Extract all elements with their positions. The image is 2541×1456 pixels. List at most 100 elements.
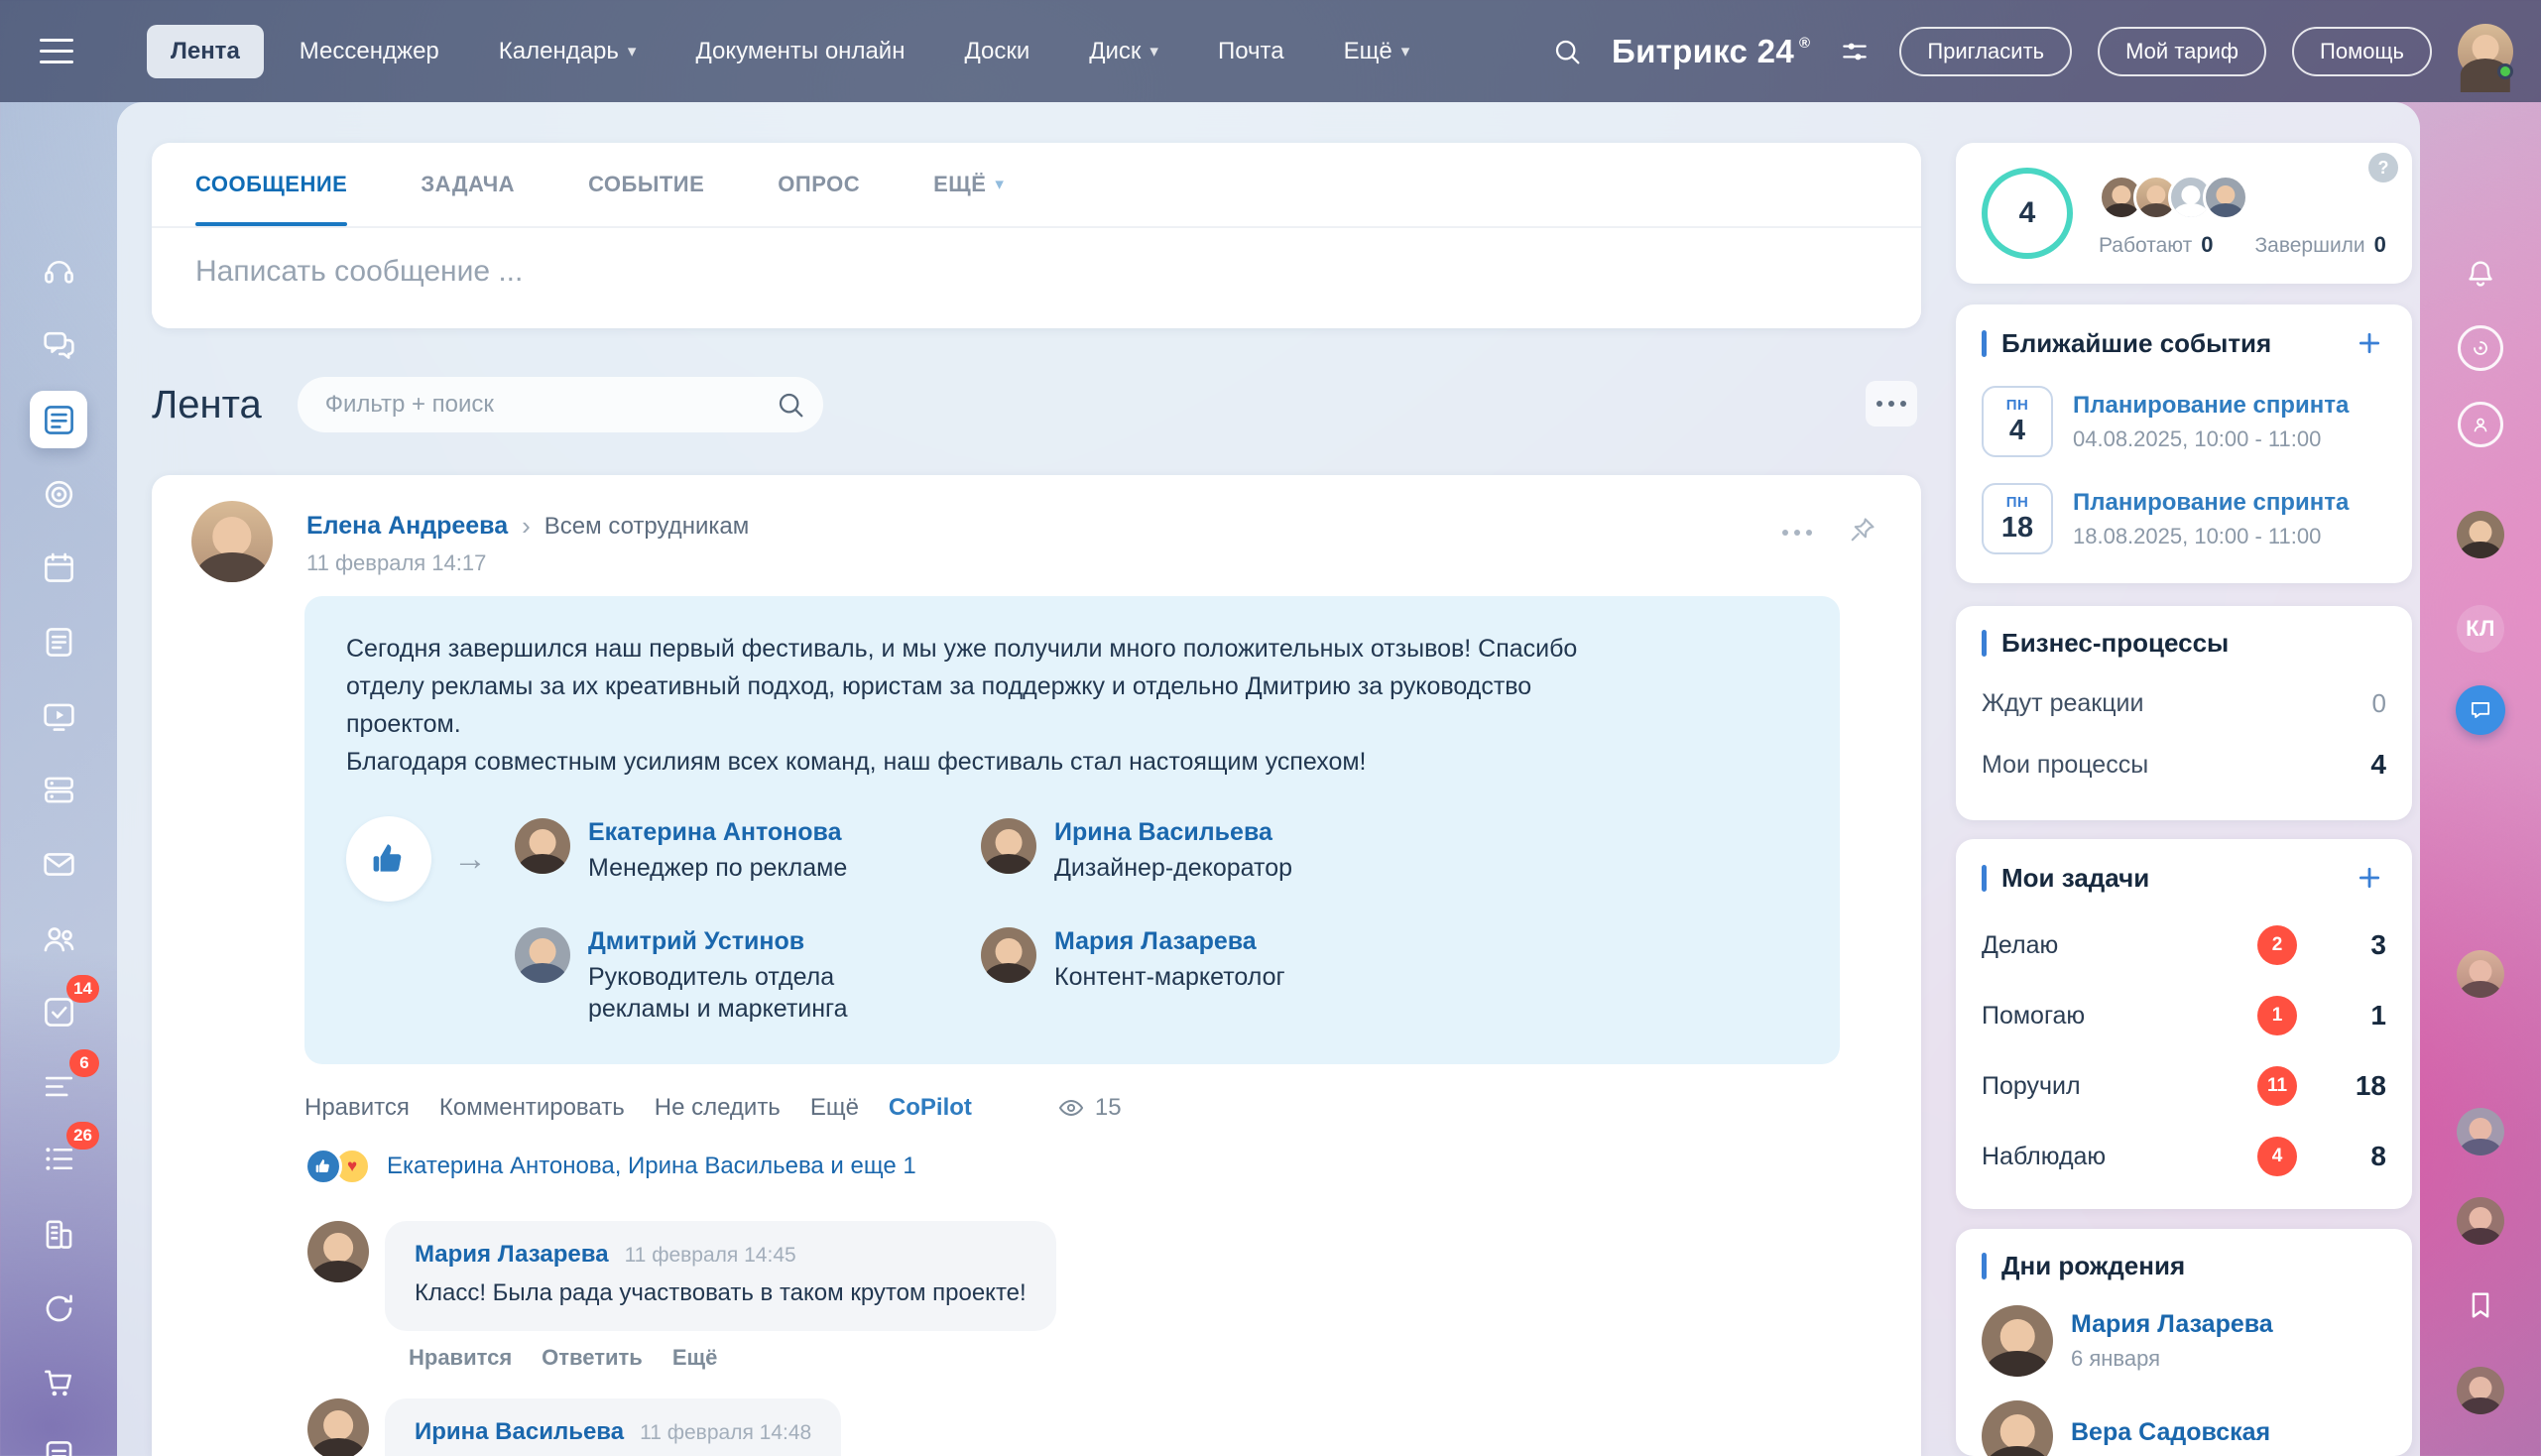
- calendar-date-chip[interactable]: ПН 4: [1982, 386, 2053, 457]
- reaction-like-icon[interactable]: [304, 1148, 342, 1185]
- mention-avatar[interactable]: [981, 927, 1036, 983]
- birthday-avatar[interactable]: [1982, 1305, 2053, 1377]
- employees-icon[interactable]: [30, 910, 87, 967]
- mention-name-link[interactable]: Мария Лазарева: [1054, 927, 1285, 956]
- automation-icon[interactable]: [30, 1279, 87, 1337]
- mention-name-link[interactable]: Екатерина Антонова: [588, 818, 847, 847]
- pin-icon[interactable]: [1848, 515, 1877, 549]
- avatar[interactable]: [2203, 175, 2248, 220]
- comment-avatar[interactable]: [307, 1221, 369, 1282]
- event-item: ПН 18 Планирование спринта 18.08.2025, 1…: [1982, 483, 2386, 554]
- add-task-button[interactable]: [2353, 861, 2386, 895]
- menu-icon[interactable]: [40, 39, 73, 63]
- mention-avatar[interactable]: [515, 927, 570, 983]
- tab-task[interactable]: ЗАДАЧА: [421, 143, 515, 226]
- task-row[interactable]: Поручил 11 18: [1982, 1066, 2386, 1106]
- tab-drive[interactable]: Диск▾: [1065, 25, 1182, 78]
- event-title-link[interactable]: Планирование спринта: [2073, 489, 2349, 517]
- target-icon[interactable]: [30, 465, 87, 523]
- unfollow-action[interactable]: Не следить: [655, 1094, 781, 1122]
- calendar-date-chip[interactable]: ПН 18: [1982, 483, 2053, 554]
- feed-more-button[interactable]: [1866, 381, 1917, 426]
- drive-icon[interactable]: [30, 761, 87, 818]
- chat-head-avatar[interactable]: [2457, 1367, 2504, 1414]
- chat-head-avatar[interactable]: [2457, 950, 2504, 998]
- post-author-link[interactable]: Елена Андреева: [306, 512, 508, 541]
- user-avatar[interactable]: [2458, 24, 2513, 79]
- tasks-icon[interactable]: 14: [30, 983, 87, 1040]
- copilot-action[interactable]: CoPilot: [889, 1094, 972, 1122]
- comment-more-action[interactable]: Ещё: [672, 1345, 717, 1371]
- bp-row-value: 0: [2372, 688, 2386, 719]
- filter-search-input[interactable]: [298, 391, 772, 419]
- checklist-icon[interactable]: 26: [30, 1130, 87, 1187]
- tab-documents[interactable]: Документы онлайн: [671, 25, 928, 78]
- more-action[interactable]: Ещё: [810, 1094, 859, 1122]
- mail-icon[interactable]: [30, 835, 87, 893]
- chat-head-avatar[interactable]: [2457, 511, 2504, 558]
- chat-icon[interactable]: [2456, 685, 2505, 735]
- calendar-icon[interactable]: [30, 539, 87, 596]
- author-avatar[interactable]: [191, 501, 273, 582]
- chat-head-avatar[interactable]: [2457, 1197, 2504, 1245]
- birthday-name-link[interactable]: Вера Садовская: [2071, 1418, 2270, 1447]
- comment-author-link[interactable]: Мария Лазарева: [415, 1241, 609, 1269]
- event-title-link[interactable]: Планирование спринта: [2073, 392, 2349, 420]
- compose-input[interactable]: [152, 228, 1921, 315]
- tab-messenger[interactable]: Мессенджер: [276, 25, 463, 78]
- tab-feed[interactable]: Лента: [147, 25, 264, 78]
- tariff-button[interactable]: Мой тариф: [2098, 27, 2266, 76]
- tab-mail[interactable]: Почта: [1194, 25, 1308, 78]
- tab-compose-more[interactable]: ЕЩЁ▾: [933, 143, 1004, 226]
- tab-more[interactable]: Ещё▾: [1320, 25, 1434, 78]
- post-more-icon[interactable]: [1782, 530, 1812, 536]
- headset-icon[interactable]: [30, 242, 87, 300]
- chats-icon[interactable]: [30, 316, 87, 374]
- company-icon[interactable]: [30, 1205, 87, 1263]
- search-icon[interactable]: [772, 386, 809, 424]
- support-icon[interactable]: [2458, 402, 2503, 447]
- comment-author-link[interactable]: Ирина Васильева: [415, 1418, 624, 1446]
- mention-avatar[interactable]: [981, 818, 1036, 874]
- birthday-name-link[interactable]: Мария Лазарева: [2071, 1310, 2273, 1339]
- bp-row[interactable]: Мои процессы 4: [1982, 749, 2386, 781]
- market-icon[interactable]: [30, 1354, 87, 1411]
- reactions-people-link[interactable]: Екатерина Антонова, Ирина Васильева и ещ…: [387, 1153, 916, 1180]
- video-icon[interactable]: [30, 687, 87, 745]
- sliders-icon[interactable]: [1836, 33, 1874, 70]
- feed-icon[interactable]: [30, 391, 87, 448]
- like-action[interactable]: Нравится: [304, 1094, 410, 1122]
- mention-name-link[interactable]: Ирина Васильева: [1054, 818, 1292, 847]
- tab-poll[interactable]: ОПРОС: [778, 143, 860, 226]
- comment-avatar[interactable]: [307, 1398, 369, 1456]
- task-row[interactable]: Помогаю 1 1: [1982, 996, 2386, 1035]
- processes-icon[interactable]: 6: [30, 1057, 87, 1115]
- task-row[interactable]: Делаю 2 3: [1982, 925, 2386, 965]
- tab-message[interactable]: СООБЩЕНИЕ: [195, 143, 347, 226]
- notifications-bell-icon[interactable]: [2464, 257, 2497, 291]
- help-icon[interactable]: ?: [2368, 153, 2398, 182]
- post-audience[interactable]: Всем сотрудникам: [544, 513, 749, 541]
- bp-row[interactable]: Ждут реакции 0: [1982, 688, 2386, 719]
- comment-like-action[interactable]: Нравится: [409, 1345, 512, 1371]
- tab-calendar[interactable]: Календарь▾: [475, 25, 661, 78]
- chat-head-initials[interactable]: КЛ: [2457, 605, 2504, 653]
- mention-avatar[interactable]: [515, 818, 570, 874]
- tab-event[interactable]: СОБЫТИЕ: [588, 143, 704, 226]
- task-row[interactable]: Наблюдаю 4 8: [1982, 1137, 2386, 1176]
- search-icon[interactable]: [1548, 33, 1586, 70]
- mention-name-link[interactable]: Дмитрий Устинов: [588, 927, 935, 956]
- copilot-icon[interactable]: [2458, 325, 2503, 371]
- pulse-ring[interactable]: 4: [1982, 168, 2073, 259]
- bookmark-icon[interactable]: [2464, 1288, 2497, 1322]
- documents-icon[interactable]: [30, 613, 87, 670]
- chat-head-avatar[interactable]: [2457, 1108, 2504, 1155]
- comment-action[interactable]: Комментировать: [439, 1094, 625, 1122]
- invite-button[interactable]: Пригласить: [1899, 27, 2072, 76]
- sign-icon[interactable]: [30, 1426, 87, 1456]
- add-event-button[interactable]: [2353, 326, 2386, 360]
- birthday-avatar[interactable]: [1982, 1400, 2053, 1456]
- tab-boards[interactable]: Доски: [940, 25, 1053, 78]
- help-button[interactable]: Помощь: [2292, 27, 2432, 76]
- comment-reply-action[interactable]: Ответить: [542, 1345, 643, 1371]
